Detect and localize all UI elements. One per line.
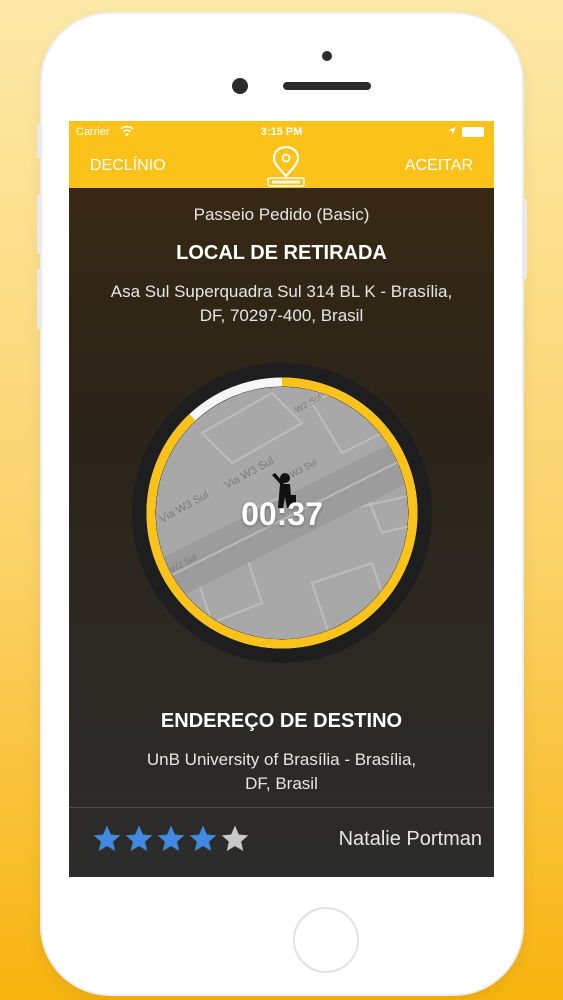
front-sensor (322, 51, 332, 61)
battery-icon (462, 127, 484, 137)
ride-type: Passeio Pedido (Basic) (193, 205, 370, 224)
star-empty-icon (221, 825, 249, 851)
status-time: 3:15 PM (260, 126, 303, 138)
volume-down-button (37, 269, 42, 329)
destination-address: UnB University of Brasília - Brasília, D… (89, 748, 474, 796)
destination-address-line-2: DF, Brasil (245, 774, 318, 793)
star-filled-icon (125, 825, 153, 851)
power-button (522, 199, 527, 279)
taxi-pin-icon (267, 145, 305, 187)
star-filled-icon (189, 825, 217, 851)
pickup-address: Asa Sul Superquadra Sul 314 BL K - Brasí… (81, 280, 482, 328)
pickup-address-line-2: DF, 70297-400, Brasil (199, 306, 364, 325)
app-screen: Carrier 3:15 PM DECLÍNIO ACEITAR Passeio… (69, 121, 494, 877)
location-arrow-icon (448, 127, 456, 135)
pickup-title: LOCAL DE RETIRADA (176, 242, 387, 264)
accept-button[interactable]: ACEITAR (405, 157, 473, 175)
star-filled-icon (157, 825, 185, 851)
destination-title: ENDEREÇO DE DESTINO (160, 710, 403, 732)
divider (69, 807, 494, 808)
mute-switch (37, 124, 42, 158)
countdown-timer: Via W3 Sul Via W3 Sul W3 Sul W2 Sul W2 S… (132, 363, 432, 663)
passenger-rating (91, 823, 251, 859)
passenger-name: Natalie Portman (338, 828, 482, 850)
star-filled-icon (93, 825, 121, 851)
timer-text: 00:37 (241, 496, 323, 532)
destination-address-line-1: UnB University of Brasília - Brasília, (146, 750, 417, 769)
earpiece-speaker (283, 82, 371, 90)
nav-bar: DECLÍNIO ACEITAR (69, 143, 494, 188)
home-button[interactable] (293, 907, 359, 973)
pickup-address-line-1: Asa Sul Superquadra Sul 314 BL K - Brasí… (110, 282, 453, 301)
decline-button[interactable]: DECLÍNIO (90, 157, 166, 175)
front-camera (232, 78, 248, 94)
volume-up-button (37, 194, 42, 254)
status-bar: Carrier 3:15 PM (69, 121, 494, 143)
